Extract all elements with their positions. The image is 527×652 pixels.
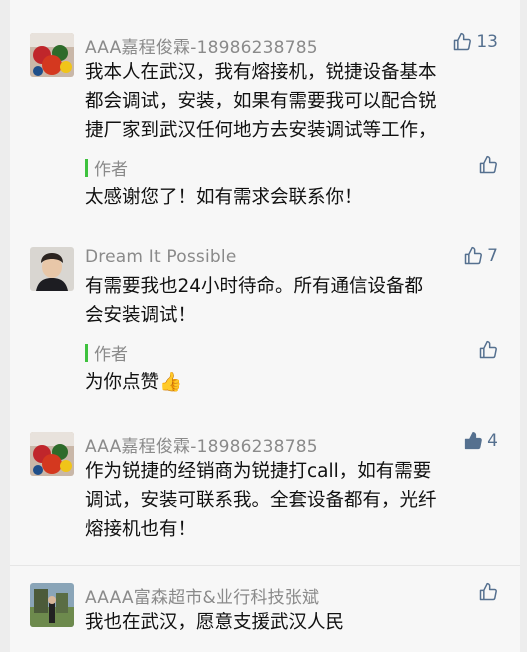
thumbs-up-filled-icon — [465, 432, 482, 450]
author-bar — [85, 158, 88, 177]
reply-like-button[interactable] — [478, 340, 498, 364]
comment-username[interactable]: AAA嘉程俊霖-18986238785 — [85, 432, 318, 457]
comment-text: 有需要我也24小时待命。所有通信设备都 会安装调试！ — [85, 276, 424, 326]
author-reply-text: 为你点赞👍 — [85, 368, 182, 394]
like-count: 7 — [487, 246, 498, 266]
author-tag-label: 作者 — [94, 160, 128, 180]
like-button[interactable]: 13 — [452, 32, 498, 52]
comment-text: 我也在武汉，愿意支援武汉人民 — [85, 612, 345, 633]
avatar[interactable] — [30, 583, 74, 627]
avatar[interactable] — [30, 247, 74, 291]
thumbs-up-outline-icon — [454, 32, 472, 51]
divider — [10, 565, 520, 566]
comment-text: 我本人在武汉，我有熔接机，锐捷设备基本 都会调试，安装，如果有需要我可以配合锐 … — [85, 62, 437, 141]
like-button-liked[interactable]: 4 — [463, 431, 498, 451]
thumbs-up-outline-icon — [479, 340, 497, 359]
comment-username[interactable]: Dream It Possible — [85, 247, 237, 267]
author-tag: 作者 — [85, 155, 128, 180]
avatar[interactable] — [30, 432, 74, 476]
comments-panel: AAA嘉程俊霖-18986238785 13 我本人在武汉，我有熔接机，锐捷设备… — [10, 0, 520, 652]
author-tag-label: 作者 — [94, 345, 128, 365]
like-button[interactable]: 7 — [463, 246, 498, 266]
reply-text-content: 为你点赞 — [85, 372, 160, 393]
thumbs-up-outline-icon — [464, 246, 483, 265]
comment-username[interactable]: AAAA富森超市&业行科技张斌 — [85, 583, 319, 608]
thumbs-up-outline-icon — [479, 155, 497, 174]
avatar[interactable] — [30, 33, 74, 77]
comment-username[interactable]: AAA嘉程俊霖-18986238785 — [85, 33, 318, 58]
author-reply-text: 太感谢您了！如有需求会联系你！ — [85, 187, 363, 208]
thumbs-up-emoji-icon: 👍 — [159, 372, 183, 393]
reply-like-button[interactable] — [478, 155, 498, 179]
comment-text: 作为锐捷的经销商为锐捷打call，如有需要 调试，安装可联系我。全套设备都有，光… — [85, 461, 437, 540]
like-button[interactable] — [478, 582, 498, 602]
like-count: 13 — [476, 32, 498, 52]
thumbs-up-outline-icon — [479, 582, 497, 601]
author-bar — [85, 343, 88, 362]
like-count: 4 — [487, 431, 498, 451]
author-tag: 作者 — [85, 340, 128, 365]
